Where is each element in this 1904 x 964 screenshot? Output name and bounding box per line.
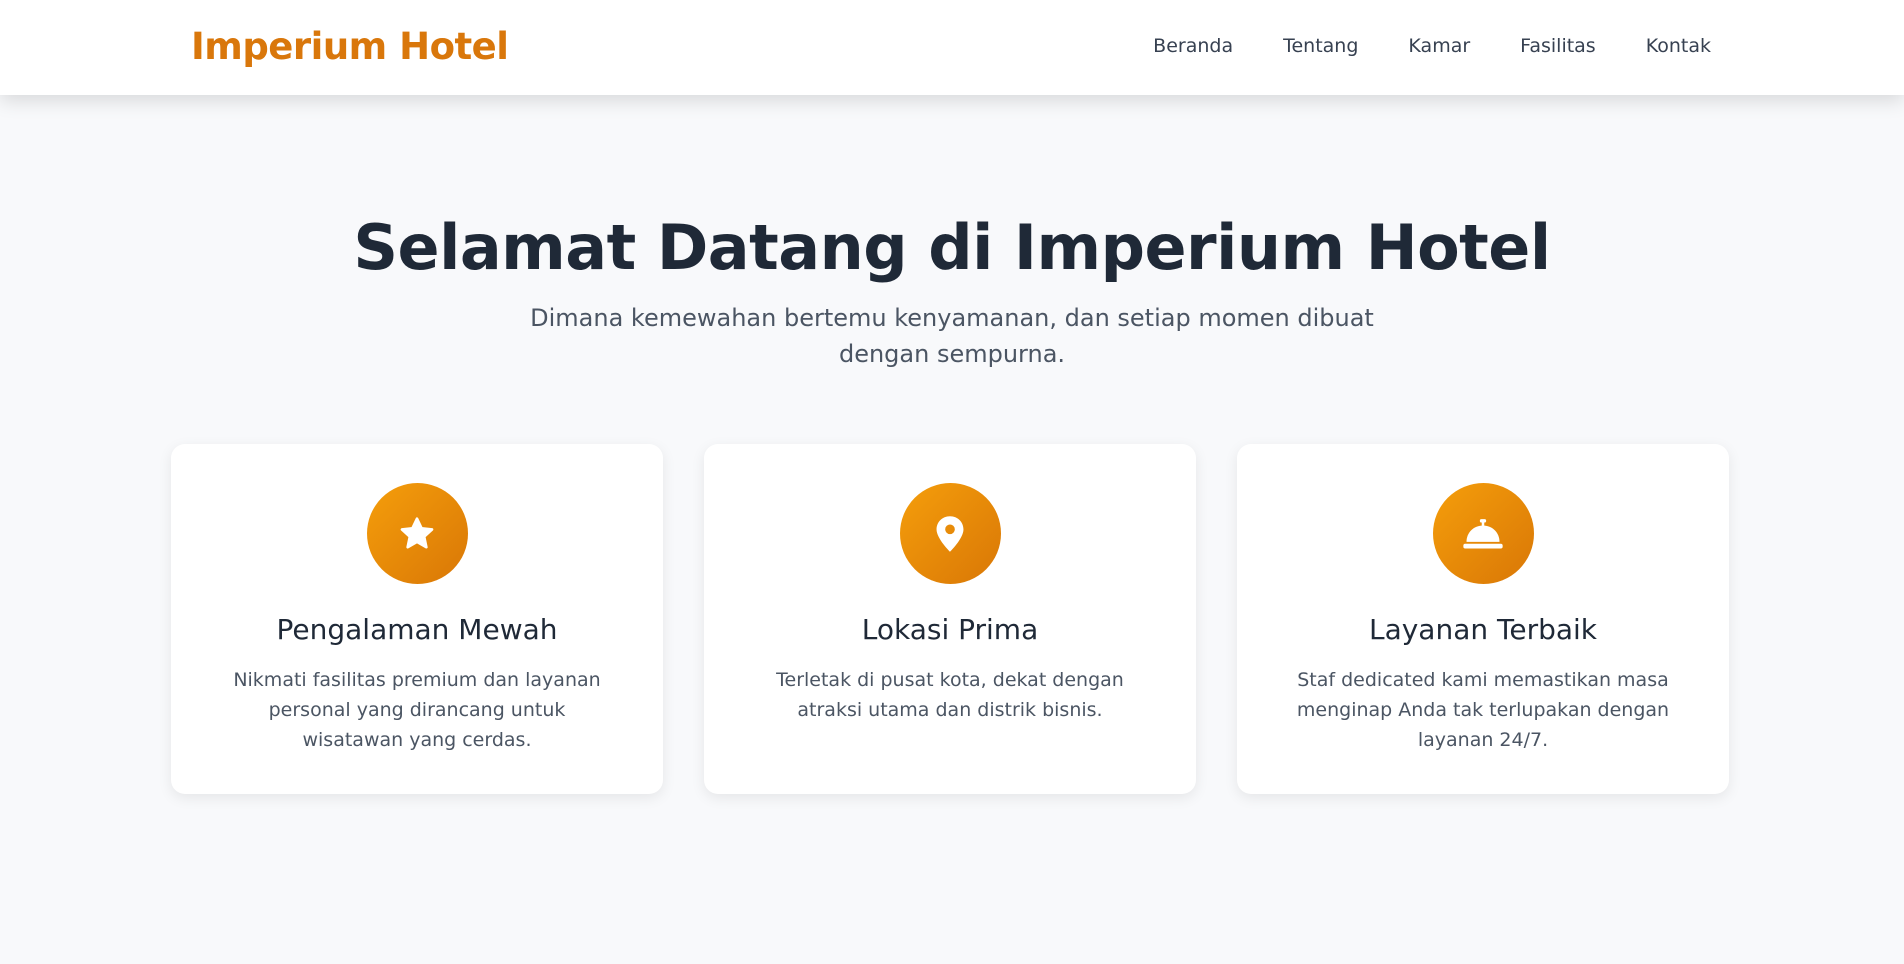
hero-title: Selamat Datang di Imperium Hotel — [353, 211, 1551, 284]
feature-card-luxury: Pengalaman Mewah Nikmati fasilitas premi… — [171, 444, 663, 794]
nav-link-tentang[interactable]: Tentang — [1283, 32, 1358, 60]
location-pin-icon — [936, 515, 964, 552]
feature-card-location: Lokasi Prima Terletak di pusat kota, dek… — [704, 444, 1196, 794]
feature-icon-badge — [899, 483, 1001, 584]
feature-icon-badge — [1432, 483, 1534, 584]
feature-description: Nikmati fasilitas premium dan layanan pe… — [233, 669, 601, 751]
hero-section: Selamat Datang di Imperium Hotel Dimana … — [0, 205, 1904, 372]
concierge-bell-icon — [1463, 518, 1503, 548]
star-icon — [400, 516, 434, 548]
feature-description: Staf dedicated kami memastikan masa meng… — [1296, 669, 1670, 751]
features-section: Pengalaman Mewah Nikmati fasilitas premi… — [171, 444, 1731, 794]
site-header: Imperium Hotel Beranda Tentang Kamar Fas… — [0, 0, 1904, 95]
feature-title: Lokasi Prima — [861, 613, 1039, 646]
feature-icon-badge — [366, 483, 468, 584]
landing-page: Imperium Hotel Beranda Tentang Kamar Fas… — [0, 0, 1904, 964]
hero-subtitle: Dimana kemewahan bertemu kenyamanan, dan… — [530, 304, 1374, 368]
feature-card-service: Layanan Terbaik Staf dedicated kami mema… — [1237, 444, 1729, 794]
nav-link-kontak[interactable]: Kontak — [1646, 32, 1711, 60]
nav-link-beranda[interactable]: Beranda — [1153, 32, 1233, 60]
main-nav: Beranda Tentang Kamar Fasilitas Kontak — [1153, 32, 1711, 60]
nav-link-kamar[interactable]: Kamar — [1408, 32, 1470, 60]
brand-logo[interactable]: Imperium Hotel — [191, 24, 509, 70]
feature-description: Terletak di pusat kota, dekat dengan atr… — [776, 669, 1124, 721]
nav-link-fasilitas[interactable]: Fasilitas — [1520, 32, 1596, 60]
feature-title: Pengalaman Mewah — [276, 613, 558, 646]
feature-title: Layanan Terbaik — [1368, 613, 1598, 646]
